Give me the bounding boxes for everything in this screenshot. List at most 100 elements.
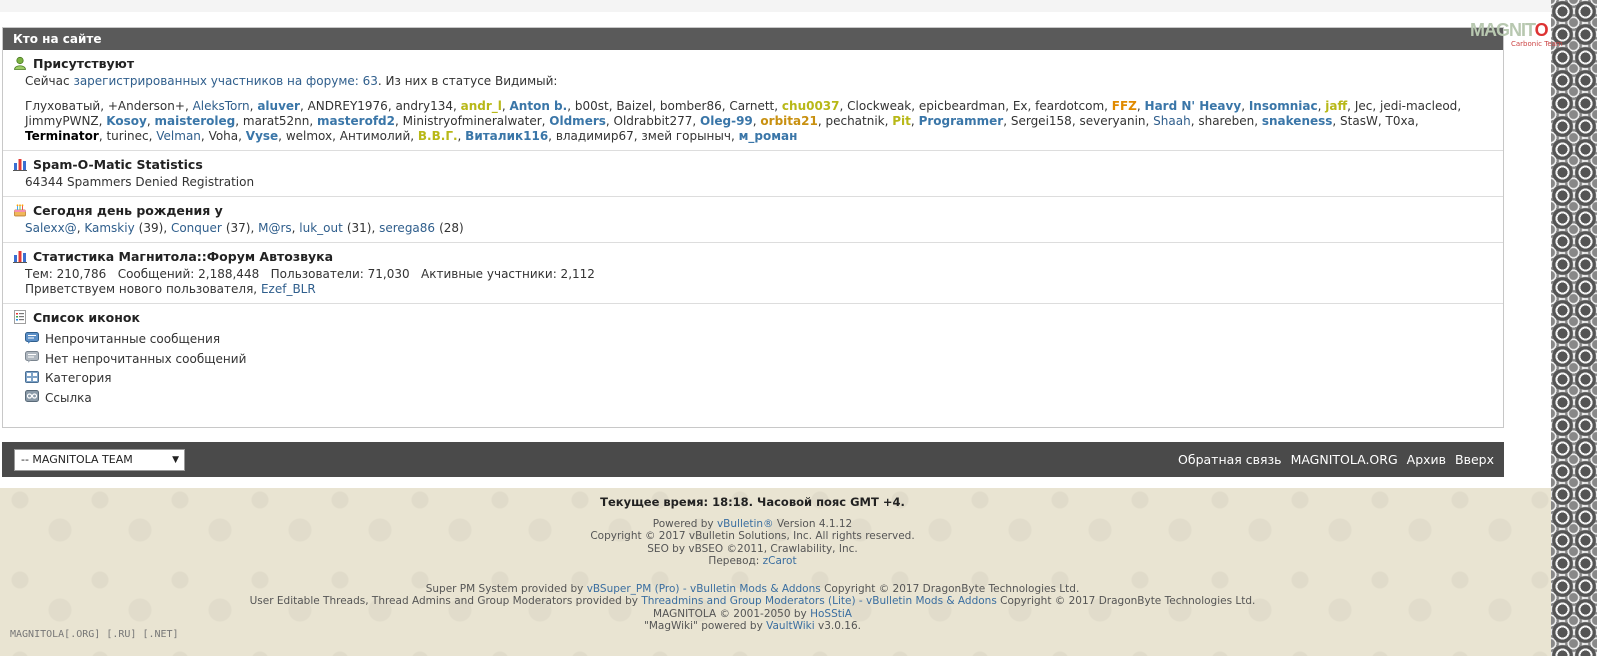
online-user-link[interactable]: orbita21 [760,114,817,128]
online-user-link[interactable]: Carnett [729,99,774,113]
online-user-link[interactable]: Jec [1355,99,1373,113]
online-user-link[interactable]: Oleg-99 [700,114,753,128]
online-user-link[interactable]: aluver [257,99,300,113]
stats-chart-icon [13,249,27,263]
category-icon [25,370,39,387]
birthday-user-link[interactable]: Kamskiy [84,221,134,235]
online-user-link[interactable]: Vyse [246,129,278,143]
online-user-link[interactable]: Insomniac [1249,99,1318,113]
copyright-block: Текущее время: 18:18. Часовой пояс GMT +… [0,496,1505,633]
online-user-link[interactable]: Kosoy [106,114,147,128]
birthday-user-link[interactable]: serega86 [379,221,435,235]
birthday-title: Сегодня день рождения у [33,202,223,218]
online-user-link[interactable]: Terminator [25,129,99,143]
online-user-link[interactable]: masterofd2 [317,114,395,128]
contact-us-link[interactable]: Обратная связь [1178,452,1282,467]
vbulletin-link[interactable]: vBulletin® [717,518,774,530]
online-user-link[interactable]: pechatnik [825,114,884,128]
brand-sub: Carbonic Team [1511,40,1563,48]
online-user-link[interactable]: b00st [575,99,609,113]
online-user-link[interactable]: snakeness [1262,114,1333,128]
home-site-link[interactable]: MAGNITOLA.ORG [1291,452,1398,467]
online-user-link[interactable]: Ex [1013,99,1028,113]
legend-category: Категория [25,369,1493,389]
online-user-link[interactable]: Ministryofmineralwater [403,114,542,128]
online-user-link[interactable]: Baizel [616,99,652,113]
online-user-link[interactable]: Hard N' Heavy [1145,99,1242,113]
vb-copyright-line: Copyright © 2017 vBulletin Solutions, In… [590,530,915,542]
online-user-link[interactable]: Виталик116 [465,129,548,143]
online-user-link[interactable]: AleksTorn [193,99,250,113]
link-icon [25,390,39,406]
spam-title: Spam-O-Matic Statistics [33,156,203,172]
current-time: Текущее время: 18:18. Часовой пояс GMT +… [600,495,905,509]
online-user-link[interactable]: Pit [892,114,911,128]
online-user-link[interactable]: В.В.Г. [418,129,458,143]
online-user-link[interactable]: marat52nn [243,114,310,128]
birthday-age: (37) [225,221,251,235]
hosstia-link[interactable]: HoSStiA [810,608,852,620]
online-user-link[interactable]: welmox [286,129,332,143]
registered-users-link[interactable]: зарегистрированных участников на форуме:… [73,74,377,88]
threadmins-line: User Editable Threads, Thread Admins and… [249,595,1256,607]
archive-link[interactable]: Архив [1407,452,1446,467]
super-pm-link[interactable]: vBSuper_PM (Pro) - vBulletin Mods & Addo… [587,583,821,595]
online-user-link[interactable]: Programmer [919,114,1004,128]
newest-user-link[interactable]: Ezef_BLR [261,282,316,296]
magnitola-line: MAGNITOLA © 2001-2050 by HoSStiA [653,607,852,620]
online-user-link[interactable]: JimmyPWNZ [25,114,99,128]
bottom-watermark: MAGNITOLA[.ORG] [.RU] [.NET] [10,629,179,640]
style-chooser-select[interactable]: -- MAGNITOLA TEAM ▼ [14,449,185,471]
birthday-cake-icon [13,203,27,217]
online-user-link[interactable]: T0xa [1385,114,1414,128]
translator-link[interactable]: zCarot [763,555,797,567]
spam-text: 64344 Spammers Denied Registration [25,175,255,189]
online-user-link[interactable]: maisteroleg [154,114,235,128]
online-user-link[interactable]: jedi-macleod [1380,99,1457,113]
birthday-user-link[interactable]: Conquer [171,221,222,235]
online-user-link[interactable]: ANDREY1976 [308,99,388,113]
gear-pattern-strip [1551,0,1597,656]
top-link[interactable]: Вверх [1455,452,1494,467]
online-user-link[interactable]: Антимолий [340,129,411,143]
powered-by-line: Powered by vBulletin® Version 4.1.12 [652,517,853,530]
online-user-link[interactable]: Shaah [1153,114,1191,128]
online-user-link[interactable]: feardotcom [1035,99,1104,113]
online-user-link[interactable]: andr_l [461,99,502,113]
online-user-link[interactable]: Глуховатый [25,99,100,113]
online-user-link[interactable]: +Anderson+ [108,99,185,113]
online-user-link[interactable]: shareben [1198,114,1254,128]
online-user-link[interactable]: andry134 [395,99,453,113]
online-user-link[interactable]: jaff [1325,99,1347,113]
present-title: Присутствуют [33,55,135,71]
birthday-user-link[interactable]: Salexx@ [25,221,77,235]
online-user-link[interactable]: severyanin [1079,114,1145,128]
online-user-link[interactable]: turinec [106,129,148,143]
vaultwiki-link[interactable]: VaultWiki [766,620,815,632]
threadmins-link[interactable]: Threadmins and Group Moderators (Lite) -… [641,595,997,607]
online-user-link[interactable]: Oldmers [549,114,606,128]
online-user-link[interactable]: Oldrabbit277 [614,114,693,128]
online-user-link[interactable]: epicbeardman [919,99,1005,113]
online-user-link[interactable]: FFZ [1112,99,1137,113]
birthday-section: Сегодня день рождения у Salexx@, Kamskiy… [3,197,1503,243]
online-user-link[interactable]: bomber86 [660,99,722,113]
online-user-link[interactable]: Clockweak [847,99,911,113]
online-user-link[interactable]: Sergei158 [1011,114,1072,128]
online-user-link[interactable]: StasW [1340,114,1378,128]
online-user-link[interactable]: Velman [156,129,201,143]
list-icon [13,310,27,324]
online-user-link[interactable]: Anton b. [510,99,568,113]
online-summary: Сейчас зарегистрированных участников на … [25,74,558,88]
legend-unread: Непрочитанные сообщения [25,330,1493,350]
online-user-link[interactable]: м_роман [739,129,798,143]
legend-unread-label: Непрочитанные сообщения [45,332,221,347]
birthday-age: (39) [138,221,164,235]
online-user-link[interactable]: змей горыныч [641,129,731,143]
bar-chart-icon [13,157,27,171]
online-user-link[interactable]: Voha [209,129,239,143]
online-user-link[interactable]: владимир67 [556,129,634,143]
birthday-user-link[interactable]: M@rs [258,221,292,235]
birthday-user-link[interactable]: luk_out [299,221,343,235]
online-user-link[interactable]: chu0037 [782,99,840,113]
